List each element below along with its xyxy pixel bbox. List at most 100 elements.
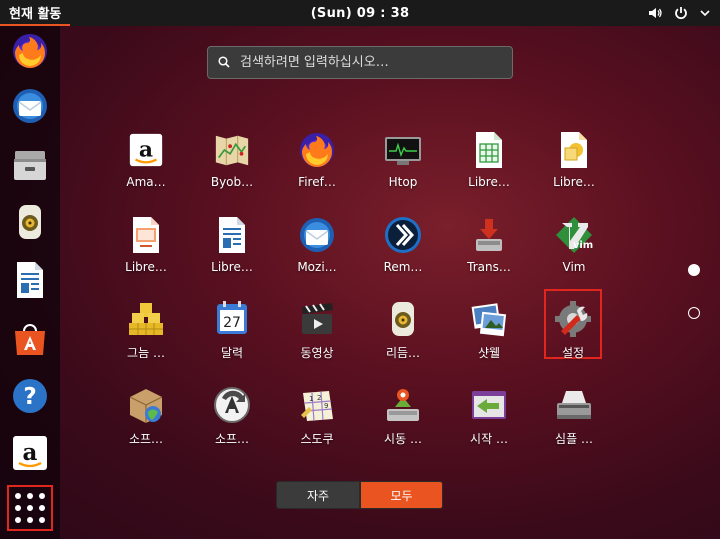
remmina-icon [383,215,423,255]
dock-thunderbird[interactable] [9,87,51,129]
clock[interactable]: (Sun) 09 : 38 [0,0,720,26]
app-simple-scan[interactable]: 심플 … [534,383,614,459]
app-shotwell[interactable]: 샷웰 [449,297,529,373]
app-vim[interactable]: vim Vim [534,213,614,289]
amazon-icon: a [126,130,166,170]
dock-rhythmbox[interactable] [9,203,51,245]
mahjongg-icon [126,299,166,339]
app-htop[interactable]: Htop [363,128,443,204]
app-libreoffice-writer[interactable]: Libre… [192,213,272,289]
app-label: 소프… [214,432,250,446]
app-label: 동영상 [300,346,334,360]
app-label: Mozi… [297,260,337,274]
app-label: 달력 [220,346,244,360]
firefox-icon [10,31,50,75]
software-update-icon [212,385,252,425]
transmission-icon [469,215,509,255]
app-label: Libre… [125,260,167,274]
shopping-bag-icon [10,319,50,363]
amazon-icon: a [10,433,50,477]
svg-text:a: a [139,137,153,163]
svg-text:2: 2 [317,394,321,402]
libreoffice-impress-icon [126,215,166,255]
startup-applications-icon [469,385,509,425]
libreoffice-draw-icon [554,130,594,170]
app-label: 스도쿠 [300,432,334,446]
system-tray[interactable] [648,0,710,26]
app-label: Rem… [383,260,423,274]
app-label: 시작 … [470,432,508,446]
app-libreoffice-impress[interactable]: Libre… [106,213,186,289]
app-label: 샷웰 [477,346,501,360]
calendar-icon: 27 [212,299,252,339]
settings-tools-icon [553,299,593,339]
app-libreoffice-calc[interactable]: Libre… [449,128,529,204]
app-label: 소프… [128,432,164,446]
show-applications-button[interactable] [7,485,53,531]
htop-monitor-icon [383,130,423,170]
search-icon [218,53,230,72]
app-remmina[interactable]: Rem… [363,213,443,289]
page-indicator-1[interactable] [688,264,700,276]
svg-text:?: ? [23,384,36,410]
app-software-install[interactable]: 소프… [106,383,186,459]
app-calendar[interactable]: 27 달력 [192,297,272,373]
app-transmission[interactable]: Trans… [449,213,529,289]
dock-firefox[interactable] [9,32,51,74]
app-thunderbird[interactable]: Mozi… [277,213,357,289]
app-label: 설정 [561,346,585,360]
app-label: Trans… [467,260,511,274]
dock-software[interactable] [9,320,51,362]
thunderbird-icon [10,86,50,130]
page-indicator-2[interactable] [688,307,700,319]
vim-icon: vim [554,215,594,255]
app-byobu[interactable]: Byob… [192,128,272,204]
app-amazon[interactable]: a Ama… [106,128,186,204]
app-startup-disk[interactable]: 시동 … [363,383,443,459]
chevron-down-icon[interactable] [700,9,710,17]
app-software-updater[interactable]: 소프… [192,383,272,459]
shotwell-photo-icon [469,299,509,339]
app-videos[interactable]: 동영상 [277,297,357,373]
top-bar: 현재 활동 (Sun) 09 : 38 [0,0,720,26]
rhythmbox-icon [383,299,423,339]
dock-files[interactable] [9,146,51,188]
video-clapper-icon [297,299,337,339]
svg-text:vim: vim [573,240,593,251]
dock-amazon[interactable]: a [9,434,51,476]
svg-text:27: 27 [223,315,241,331]
byobu-map-icon [212,130,252,170]
dock-writer[interactable] [9,261,51,303]
svg-text:9: 9 [324,402,328,410]
app-settings[interactable]: 설정 [544,289,602,360]
frequent-apps-button[interactable]: 자주 [276,481,360,509]
search-box[interactable] [207,46,513,79]
app-label: Libre… [553,175,595,189]
dock-help[interactable]: ? [9,377,51,419]
all-apps-button[interactable]: 모두 [360,481,443,509]
app-label: Htop [388,175,418,189]
app-libreoffice-draw[interactable]: Libre… [534,128,614,204]
app-mahjongg[interactable]: 그늠 … [106,297,186,373]
speaker-icon[interactable] [648,6,662,20]
app-label: Byob… [210,175,254,189]
dock: ? a [0,26,60,539]
thunderbird-icon [297,215,337,255]
search-input[interactable] [240,55,500,70]
help-icon: ? [10,376,50,420]
libreoffice-calc-icon [469,130,509,170]
app-firefox[interactable]: Firef… [277,128,357,204]
app-grid-icon [15,493,21,499]
svg-text:1: 1 [309,395,313,403]
firefox-icon [297,130,337,170]
scanner-icon [554,385,594,425]
app-rhythmbox[interactable]: 리듬… [363,297,443,373]
document-writer-icon [10,260,50,304]
app-sudoku[interactable]: 129 스도쿠 [277,383,357,459]
app-startup-applications[interactable]: 시작 … [449,383,529,459]
sudoku-icon: 129 [297,385,337,425]
power-icon[interactable] [674,6,688,20]
app-label: Libre… [211,260,253,274]
file-cabinet-icon [10,145,50,189]
app-label: 그늠 … [127,346,165,360]
